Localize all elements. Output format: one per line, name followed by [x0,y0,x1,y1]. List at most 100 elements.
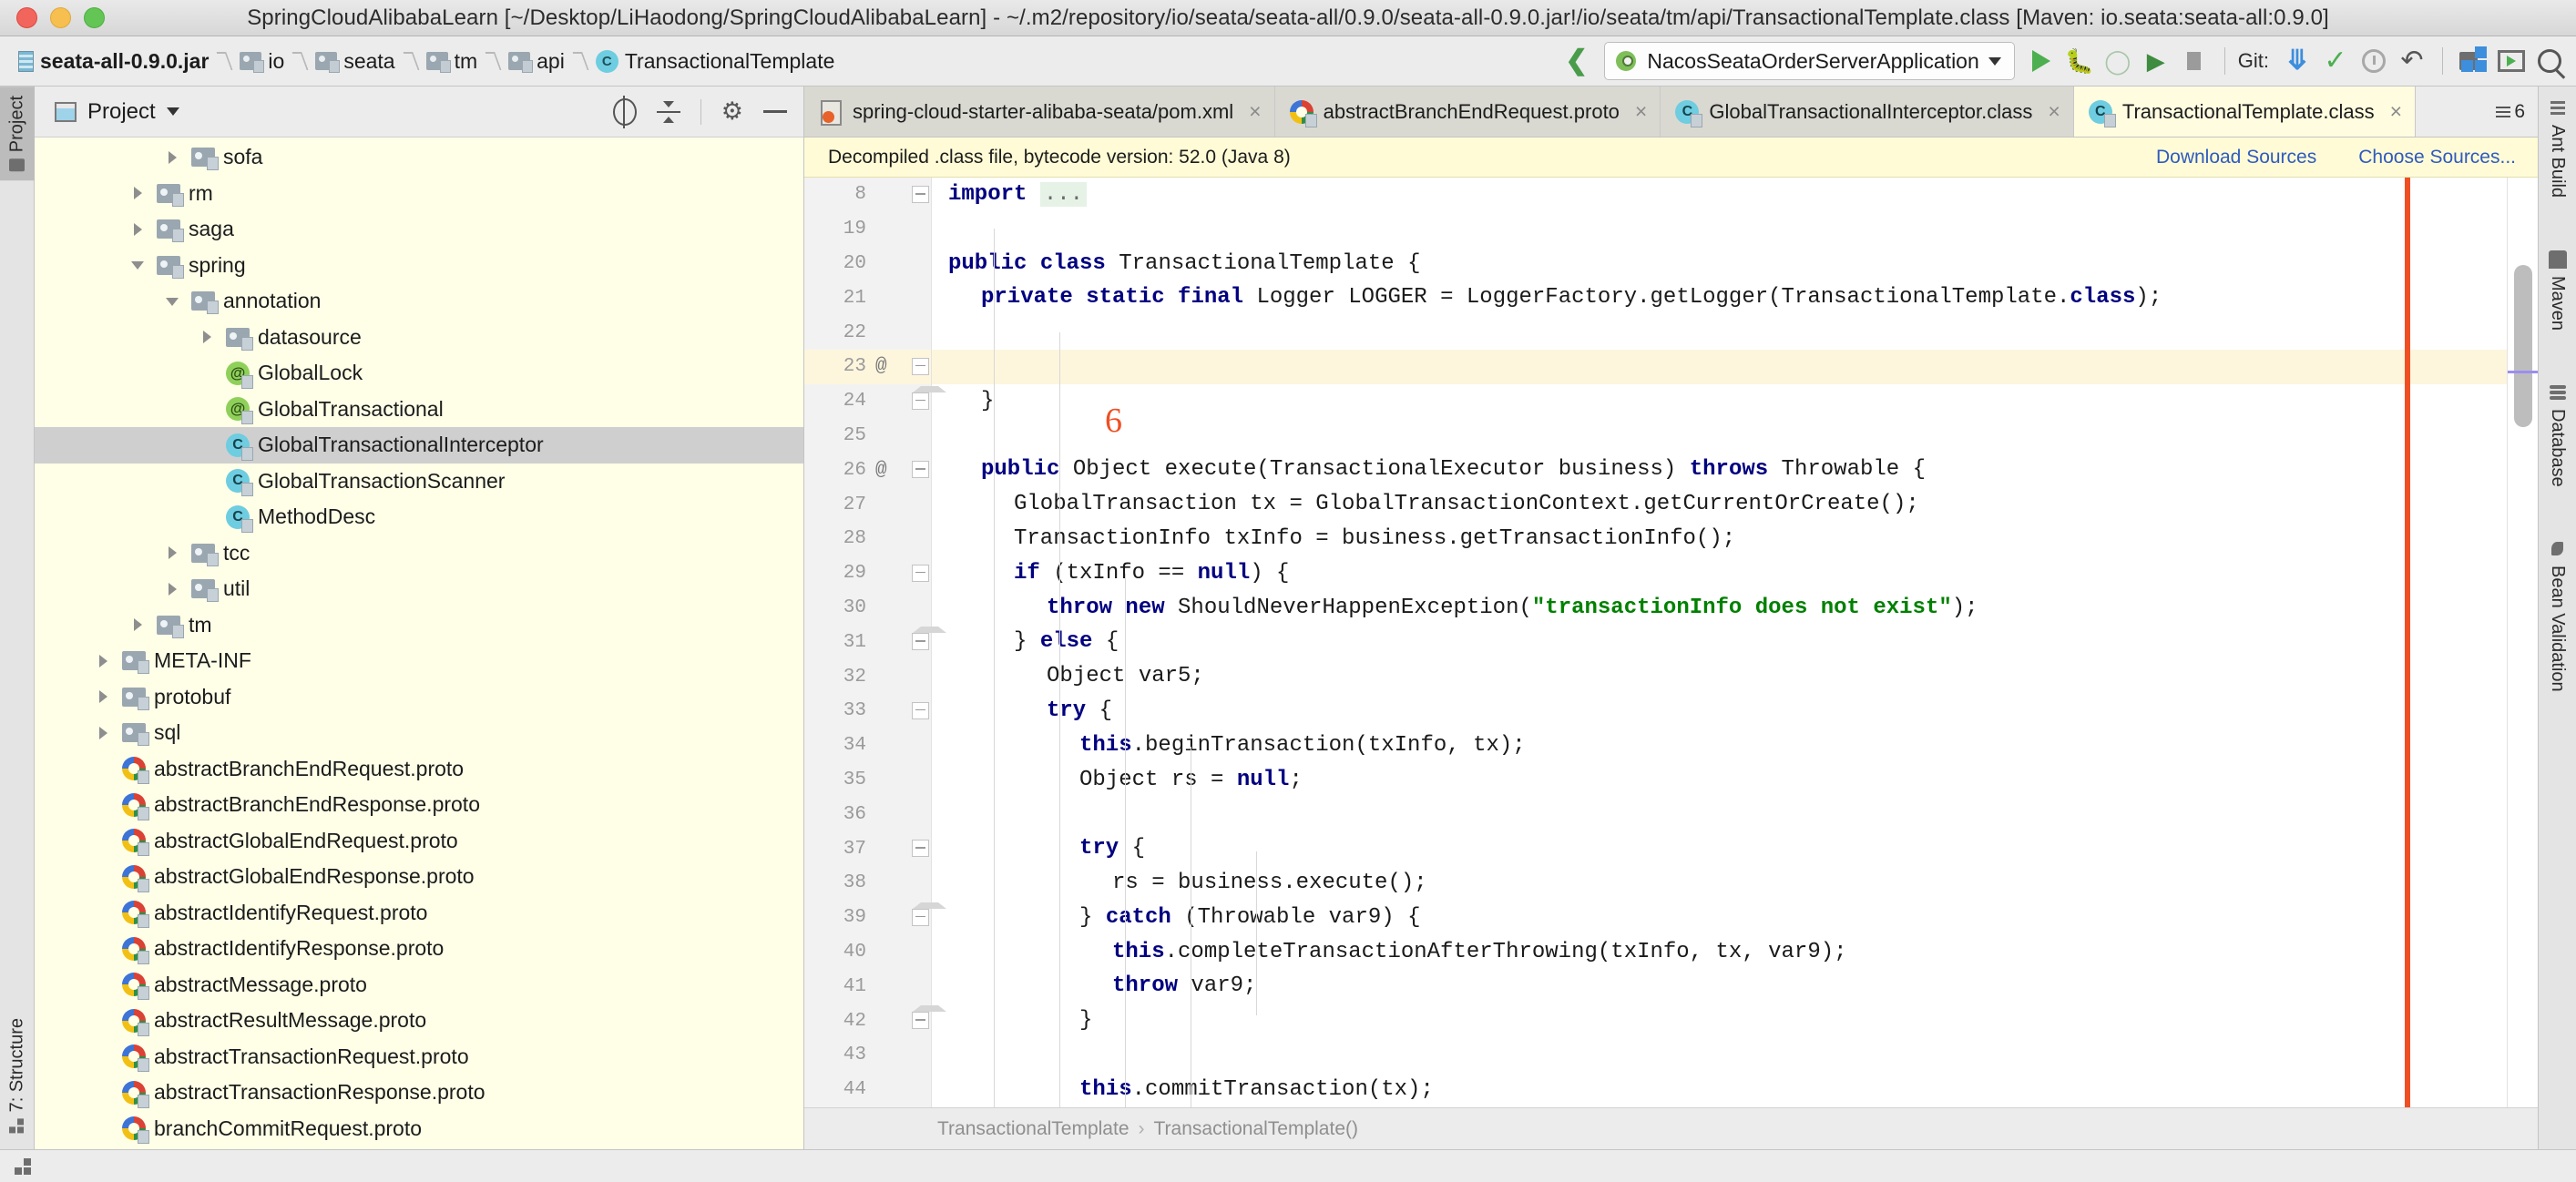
breadcrumb-item-class[interactable]: C TransactionalTemplate [590,47,841,76]
tree-item-datasource[interactable]: datasource [35,320,803,356]
editor-tab-globaltransactionalinterceptor-class[interactable]: C GlobalTransactionalInterceptor.class × [1661,87,2074,137]
code-line[interactable]: throw new ShouldNeverHappenException("tr… [932,591,2507,626]
collapse-all-icon[interactable] [656,99,680,125]
tree-item-abstractidentifyresponse-proto[interactable]: abstractIdentifyResponse.proto [35,931,803,967]
tree-item-util[interactable]: util [35,571,803,607]
tree-item-abstractbranchendresponse-proto[interactable]: abstractBranchEndResponse.proto [35,787,803,823]
choose-sources-link[interactable]: Choose Sources... [2358,147,2516,168]
code-fold-icon[interactable] [912,627,946,651]
tree-item-spring[interactable]: spring [35,248,803,284]
tree-item-tm[interactable]: tm [35,607,803,644]
tree-item-abstracttransactionresponse-proto[interactable]: abstractTransactionResponse.proto [35,1075,803,1111]
code-line[interactable]: public TransactionalTemplate() { [932,349,2507,384]
toggle-tool-windows-icon[interactable] [15,1158,33,1175]
editor-tab-spring-cloud-starter-alibaba-seata-pom-xml[interactable]: spring-cloud-starter-alibaba-seata/pom.x… [804,87,1275,137]
back-arrow-icon[interactable]: ❮ [1552,47,1600,75]
tree-item-abstractglobalendresponse-proto[interactable]: abstractGlobalEndResponse.proto [35,859,803,895]
code-line[interactable] [932,419,2507,453]
breadcrumb-item-api[interactable]: api [503,47,570,76]
breadcrumb-item-tm[interactable]: tm [421,47,484,76]
zoom-button[interactable] [84,7,105,28]
code-line[interactable] [932,315,2507,350]
code-viewport[interactable]: import ... public class TransactionalTemp… [932,178,2507,1107]
code-line[interactable]: TransactionInfo txInfo = business.getTra… [932,522,2507,556]
close-icon[interactable]: × [2390,99,2402,124]
git-commit-icon[interactable]: ✓ [2318,44,2353,78]
annotation-gutter-icon[interactable]: @ [875,356,887,377]
settings-gear-icon[interactable]: ⚙ [721,99,743,124]
minimize-button[interactable] [50,7,71,28]
chevron-down-icon[interactable] [128,255,148,275]
tree-item-abstractmessage-proto[interactable]: abstractMessage.proto [35,967,803,1004]
tree-item-saga[interactable]: saga [35,211,803,248]
close-button[interactable] [16,7,37,28]
tree-item-sql[interactable]: sql [35,715,803,751]
git-update-icon[interactable]: ⤋ [2280,44,2315,78]
right-sidebar-item-ant-build[interactable]: Ant Build [2547,99,2568,198]
chevron-down-icon[interactable] [166,107,179,116]
code-fold-icon[interactable] [912,1005,946,1030]
editor-tab-transactionaltemplate-class[interactable]: C TransactionalTemplate.class × [2073,87,2417,137]
code-line[interactable]: try { [932,831,2507,866]
tree-item-globaltransactional[interactable]: @ GlobalTransactional [35,392,803,428]
chevron-right-icon[interactable] [128,615,148,635]
code-line[interactable]: } else { [932,625,2507,659]
tree-item-sofa[interactable]: sofa [35,139,803,176]
run-button[interactable] [2024,44,2059,78]
code-line[interactable] [932,1038,2507,1073]
close-icon[interactable]: × [1249,99,1261,124]
chevron-right-icon[interactable] [94,651,114,671]
right-sidebar-item-bean-validation[interactable]: Bean Validation [2547,540,2568,691]
tree-item-abstractbranchendrequest-proto[interactable]: abstractBranchEndRequest.proto [35,751,803,788]
chevron-right-icon[interactable] [128,219,148,239]
editor-tab-abstractbranchendrequest-proto[interactable]: abstractBranchEndRequest.proto × [1274,87,1661,137]
tree-item-tcc[interactable]: tcc [35,535,803,572]
close-icon[interactable]: × [1635,99,1647,124]
code-line[interactable]: } catch (Throwable var9) { [932,901,2507,935]
breadcrumb-part[interactable]: TransactionalTemplate() [1154,1118,1358,1140]
code-fold-icon[interactable] [912,564,929,582]
code-line[interactable] [932,212,2507,247]
tree-item-protobuf[interactable]: protobuf [35,679,803,716]
sidebar-item-structure[interactable]: 7: Structure [0,1009,35,1142]
editor-scrollbar-thumb[interactable] [2514,265,2532,427]
code-fold-icon[interactable] [912,461,929,479]
code-line[interactable]: throw var9; [932,969,2507,1004]
breadcrumb-item-seata[interactable]: seata [310,47,400,76]
tree-item-globaltransactionscanner[interactable]: C GlobalTransactionScanner [35,464,803,500]
code-fold-icon[interactable] [912,840,929,858]
code-line[interactable]: this.completeTransactionAfterThrowing(tx… [932,935,2507,970]
tree-item-methoddesc[interactable]: C MethodDesc [35,499,803,535]
chevron-down-icon[interactable] [163,291,183,311]
run-dashboard-icon[interactable] [2494,44,2529,78]
right-sidebar-item-maven[interactable]: Maven [2547,250,2568,331]
tree-item-meta-inf[interactable]: META-INF [35,643,803,679]
code-fold-icon[interactable] [912,186,929,203]
editor-marker-bar[interactable] [2507,178,2538,1107]
tree-item-abstracttransactionrequest-proto[interactable]: abstractTransactionRequest.proto [35,1039,803,1075]
close-icon[interactable]: × [2048,99,2060,124]
code-line[interactable]: } [932,1004,2507,1038]
right-sidebar-item-database[interactable]: Database [2547,383,2568,487]
code-editor[interactable]: 8 19 20 21 22 23 @24 25 26 @27 28 29 30 31 32 33 34 35 36 3… [804,178,2538,1107]
git-history-icon[interactable] [2356,44,2391,78]
run-configuration-selector[interactable]: NacosSeataOrderServerApplication [1604,42,2015,80]
tree-item-abstractglobalendrequest-proto[interactable]: abstractGlobalEndRequest.proto [35,823,803,860]
code-line[interactable]: if (txInfo == null) { [932,556,2507,591]
project-structure-icon[interactable] [2456,44,2490,78]
editor-gutter[interactable]: 8 19 20 21 22 23 @24 25 26 @27 28 29 30 31 32 33 34 35 36 3… [804,178,946,1107]
code-line[interactable]: public class TransactionalTemplate { [932,247,2507,281]
sidebar-item-project[interactable]: Project [0,87,35,181]
code-fold-icon[interactable] [912,902,946,926]
stop-button[interactable] [2177,44,2212,78]
code-fold-icon[interactable] [912,357,929,375]
download-sources-link[interactable]: Download Sources [2156,147,2316,168]
breadcrumb-item-jar[interactable]: seata-all-0.9.0.jar [13,47,214,76]
code-line[interactable]: Object rs = null; [932,763,2507,798]
tree-item-rm[interactable]: rm [35,176,803,212]
search-everywhere-icon[interactable] [2532,44,2567,78]
code-line[interactable]: Object var5; [932,659,2507,694]
tree-item-abstractresultmessage-proto[interactable]: abstractResultMessage.proto [35,1003,803,1039]
code-line[interactable]: this.beginTransaction(txInfo, tx); [932,729,2507,763]
run-profiler-button[interactable]: ▶ [2139,44,2173,78]
